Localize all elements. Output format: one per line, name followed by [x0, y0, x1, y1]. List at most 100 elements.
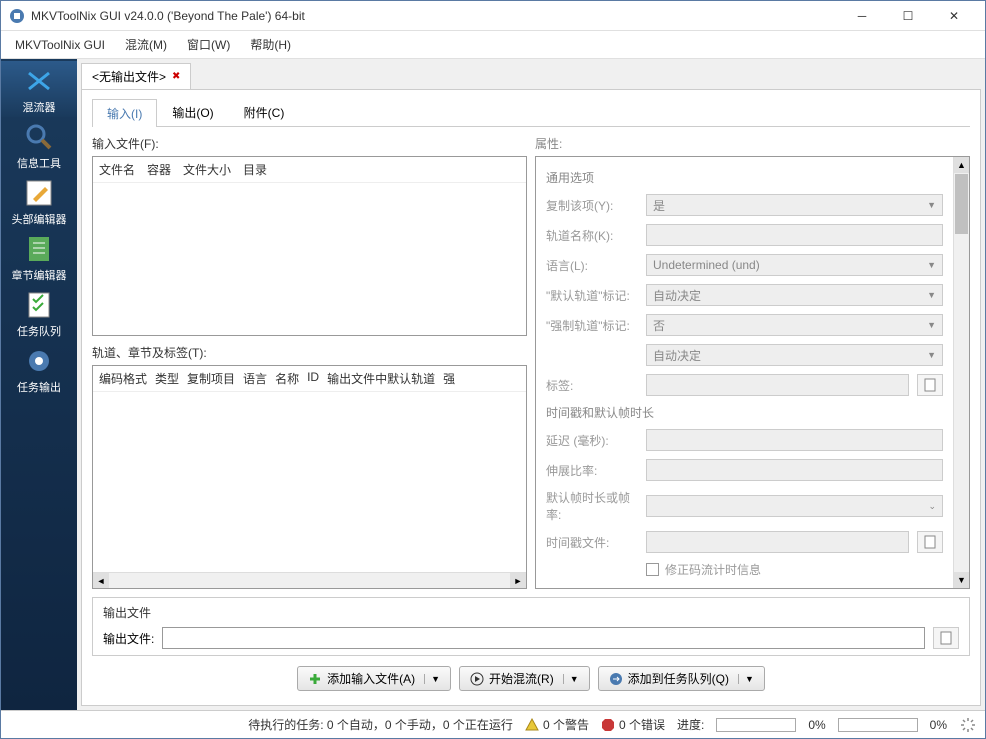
output-file-input[interactable] [162, 627, 925, 649]
tracks-label: 轨道、章节及标签(T): [92, 344, 527, 361]
action-bar: 添加输入文件(A) ▼ 开始混流(R) ▼ 添加到任务队列(Q) ▼ [92, 656, 970, 697]
default-duration-combo[interactable]: ⌄ [646, 495, 943, 517]
default-flag-combo[interactable]: 自动决定▼ [646, 284, 943, 306]
properties-label: 属性: [535, 135, 970, 152]
tab-input[interactable]: 输入(I) [92, 99, 157, 127]
scroll-up-icon[interactable]: ▲ [954, 157, 969, 173]
status-warnings: 0 个警告 [543, 716, 589, 733]
forced-flag-combo[interactable]: 否▼ [646, 314, 943, 336]
tab-output[interactable]: 输出(O) [157, 98, 228, 126]
close-icon[interactable]: ✖ [172, 71, 180, 82]
magnifier-icon [23, 121, 55, 153]
timestamp-file-label: 时间戳文件: [546, 534, 638, 551]
tracks-list[interactable]: 编码格式 类型 复制项目 语言 名称 ID 输出文件中默认轨道 强 [92, 365, 527, 589]
sidebar-item-chapter-editor[interactable]: 章节编辑器 [1, 229, 77, 285]
sidebar: 混流器 信息工具 头部编辑器 章节编辑器 任务队列 任务输出 [1, 59, 77, 710]
delay-label: 延迟 (毫秒): [546, 432, 638, 449]
chevron-down-icon[interactable]: ▼ [738, 674, 754, 684]
input-files-label: 输入文件(F): [92, 135, 527, 152]
titlebar: MKVToolNix GUI v24.0.0 ('Beyond The Pale… [1, 1, 985, 31]
copy-combo[interactable]: 是▼ [646, 194, 943, 216]
fix-bitstream-label: 修正码流计时信息 [665, 561, 761, 578]
sidebar-item-job-queue[interactable]: 任务队列 [1, 285, 77, 341]
file-tab-label: <无输出文件> [92, 68, 166, 85]
progress-percent-2: 0% [930, 718, 947, 732]
file-tab[interactable]: <无输出文件> ✖ [81, 63, 191, 89]
pencil-icon [23, 177, 55, 209]
timestamp-group-title: 时间戳和默认帧时长 [546, 404, 943, 421]
track-name-label: 轨道名称(K): [546, 227, 638, 244]
close-button[interactable]: ✕ [931, 2, 977, 30]
spinner-icon [959, 716, 977, 734]
output-browse-button[interactable] [933, 627, 959, 649]
stretch-input[interactable] [646, 459, 943, 481]
file-icon [923, 535, 937, 549]
scrollbar-thumb[interactable] [955, 174, 968, 234]
track-name-input[interactable] [646, 224, 943, 246]
content-area: <无输出文件> ✖ 输入(I) 输出(O) 附件(C) 输入文件(F): 文件名… [77, 59, 985, 710]
muxer-icon [23, 65, 55, 97]
tags-browse-button[interactable] [917, 374, 943, 396]
delay-input[interactable] [646, 429, 943, 451]
file-icon [923, 378, 937, 392]
properties-vscrollbar[interactable]: ▲ ▼ [953, 157, 969, 588]
input-files-header: 文件名 容器 文件大小 目录 [93, 157, 526, 183]
copy-label: 复制该项(Y): [546, 197, 638, 214]
maximize-button[interactable]: ☐ [885, 2, 931, 30]
checklist-icon [23, 289, 55, 321]
stretch-label: 伸展比率: [546, 462, 638, 479]
sidebar-item-info[interactable]: 信息工具 [1, 117, 77, 173]
plus-icon [308, 672, 322, 686]
tags-label: 标签: [546, 377, 638, 394]
queue-icon [609, 672, 623, 686]
tracks-header: 编码格式 类型 复制项目 语言 名称 ID 输出文件中默认轨道 强 [93, 366, 526, 392]
chevron-down-icon: ⌄ [928, 501, 936, 512]
output-section: 输出文件 输出文件: [92, 597, 970, 656]
gear-icon [23, 345, 55, 377]
chevron-down-icon: ▼ [927, 290, 936, 300]
menu-mux[interactable]: 混流(M) [115, 32, 177, 57]
tags-input[interactable] [646, 374, 909, 396]
progress-bar-1 [716, 718, 796, 732]
scroll-left-icon[interactable]: ◄ [93, 573, 109, 589]
add-to-queue-button[interactable]: 添加到任务队列(Q) ▼ [598, 666, 765, 691]
language-label: 语言(L): [546, 257, 638, 274]
chevron-down-icon: ▼ [927, 320, 936, 330]
timestamp-browse-button[interactable] [917, 531, 943, 553]
warning-icon [525, 718, 539, 732]
menubar: MKVToolNix GUI 混流(M) 窗口(W) 帮助(H) [1, 31, 985, 59]
chevron-down-icon: ▼ [927, 350, 936, 360]
scroll-right-icon[interactable]: ► [510, 573, 526, 589]
unnamed-combo[interactable]: 自动决定▼ [646, 344, 943, 366]
menu-mkvtoolnix[interactable]: MKVToolNix GUI [5, 34, 115, 56]
add-files-button[interactable]: 添加输入文件(A) ▼ [297, 666, 451, 691]
app-icon [9, 8, 25, 24]
fix-bitstream-checkbox[interactable] [646, 563, 659, 576]
menu-help[interactable]: 帮助(H) [240, 32, 301, 57]
sidebar-item-header-editor[interactable]: 头部编辑器 [1, 173, 77, 229]
sidebar-item-muxer[interactable]: 混流器 [1, 61, 77, 117]
chevron-down-icon: ▼ [927, 200, 936, 210]
sidebar-item-job-output[interactable]: 任务输出 [1, 341, 77, 397]
chevron-down-icon[interactable]: ▼ [424, 674, 440, 684]
timestamp-file-input[interactable] [646, 531, 909, 553]
progress-label: 进度: [677, 716, 704, 733]
properties-panel: 通用选项 复制该项(Y): 是▼ 轨道名称(K): 语言(L): [535, 156, 970, 589]
start-mux-button[interactable]: 开始混流(R) ▼ [459, 666, 590, 691]
progress-bar-2 [838, 718, 918, 732]
default-duration-label: 默认帧时长或帧率: [546, 489, 638, 523]
forced-flag-label: "强制轨道"标记: [546, 317, 638, 334]
default-flag-label: "默认轨道"标记: [546, 287, 638, 304]
tab-attachments[interactable]: 附件(C) [229, 98, 300, 126]
minimize-button[interactable]: ─ [839, 2, 885, 30]
input-files-list[interactable]: 文件名 容器 文件大小 目录 [92, 156, 527, 336]
progress-percent-1: 0% [808, 718, 825, 732]
statusbar: 待执行的任务: 0 个自动，0 个手动，0 个正在运行 0 个警告 0 个错误 … [1, 710, 985, 738]
output-label: 输出文件: [103, 630, 154, 647]
tracks-hscrollbar[interactable]: ◄ ► [93, 572, 526, 588]
scroll-down-icon[interactable]: ▼ [954, 572, 969, 588]
chevron-down-icon[interactable]: ▼ [563, 674, 579, 684]
language-combo[interactable]: Undetermined (und)▼ [646, 254, 943, 276]
file-icon [939, 631, 953, 645]
menu-window[interactable]: 窗口(W) [177, 32, 240, 57]
